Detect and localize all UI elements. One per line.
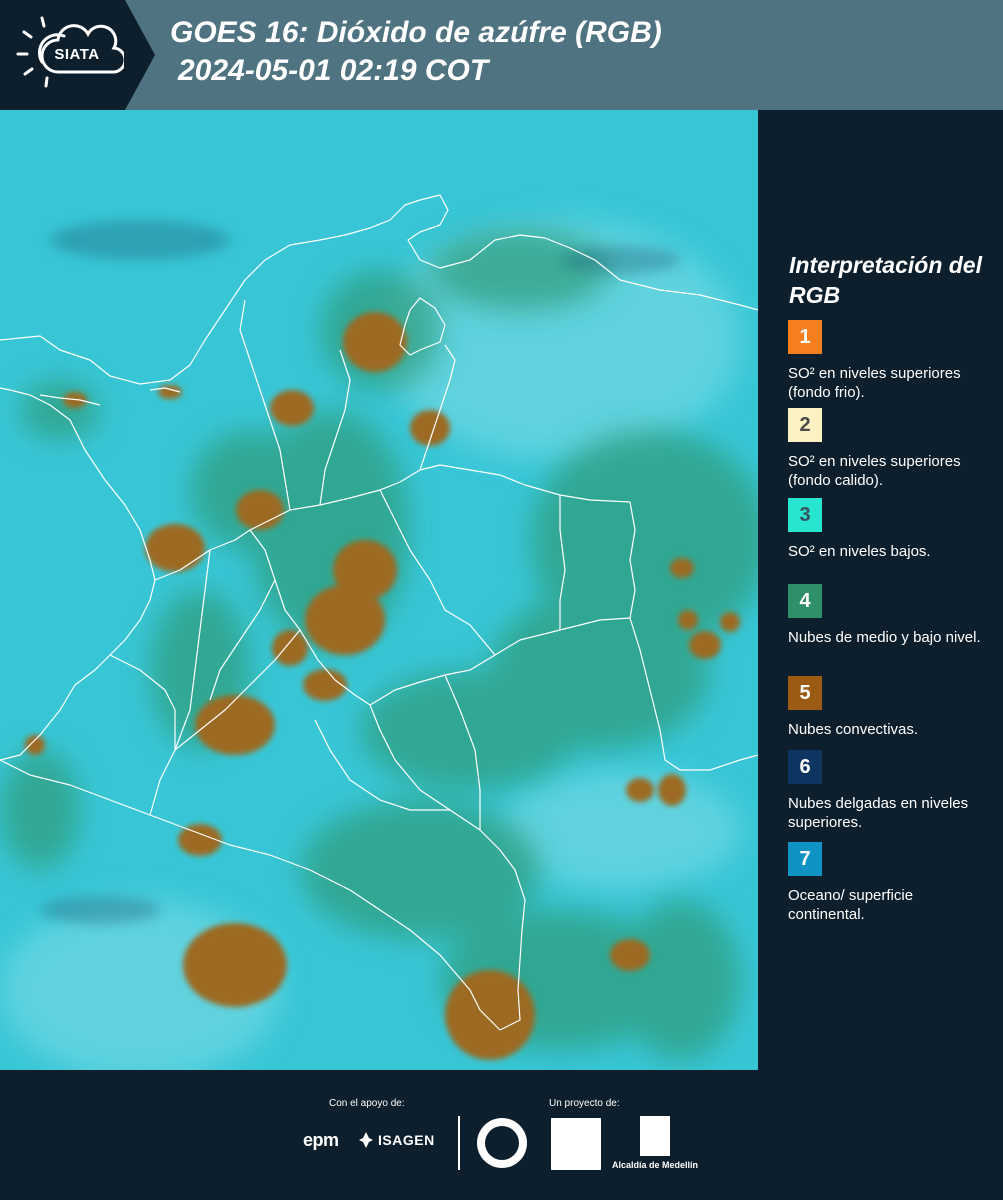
epm-logo[interactable]: epm (303, 1130, 339, 1151)
legend-label: SO² en niveles superiores (fondo calido)… (788, 453, 961, 489)
isagen-logo-icon (359, 1132, 373, 1148)
legend-swatch: 7 (788, 842, 822, 876)
legend-item: 3 SO² en niveles bajos. (788, 498, 993, 561)
legend-swatch: 3 (788, 498, 822, 532)
footer-divider (458, 1116, 460, 1170)
legend-swatch: 1 (788, 320, 822, 354)
legend-title: Interpretación del RGB (789, 252, 982, 308)
legend-item: 6 Nubes delgadas en niveles superiores. (788, 750, 993, 832)
siata-logo[interactable]: SIATA (0, 0, 125, 110)
satellite-map[interactable] (0, 110, 758, 1070)
legend-panel: Interpretación del RGB 1 SO² en niveles s… (760, 110, 1003, 1070)
isagen-logo[interactable]: ISAGEN (378, 1132, 435, 1148)
logo-arrow-shape (125, 0, 155, 110)
legend-label: SO² en niveles bajos. (788, 543, 931, 560)
support-label: Con el apoyo de: (329, 1098, 405, 1109)
page-timestamp: 2024-05-01 02:19 COT (178, 54, 489, 87)
legend-label: Nubes delgadas en niveles superiores. (788, 795, 969, 831)
legend-item: 2 SO² en niveles superiores (fondo calido… (788, 408, 993, 490)
header-bar: SIATA GOES 16: Dióxido de azúfre (RGB) 2… (0, 0, 1003, 110)
legend-swatch: 4 (788, 584, 822, 618)
legend-label: Nubes de medio y bajo nivel. (788, 629, 981, 646)
legend-item: 1 SO² en niveles superiores (fondo frio). (788, 320, 993, 402)
legend-item: 7 Oceano/ superficie continental. (788, 842, 993, 924)
legend-label: Nubes convectivas. (788, 721, 919, 738)
legend-label: SO² en niveles superiores (fondo frio). (788, 365, 961, 401)
legend-item: 4 Nubes de medio y bajo nivel. (788, 584, 993, 647)
footer: Con el apoyo de: Un proyecto de: epm ISA… (0, 1070, 1003, 1200)
area-metropolitana-logo[interactable] (551, 1118, 601, 1170)
legend-swatch: 2 (788, 408, 822, 442)
alcaldia-shield-logo[interactable] (640, 1116, 670, 1156)
medellin-seal-logo[interactable] (477, 1118, 527, 1168)
project-label: Un proyecto de: (549, 1098, 620, 1109)
legend-swatch: 6 (788, 750, 822, 784)
page-title: GOES 16: Dióxido de azúfre (RGB) (170, 16, 662, 49)
satellite-image (0, 110, 758, 1070)
legend-item: 5 Nubes convectivas. (788, 676, 993, 739)
legend-label: Oceano/ superficie continental. (788, 887, 914, 923)
siata-logo-text: SIATA (54, 46, 100, 63)
legend-swatch: 5 (788, 676, 822, 710)
alcaldia-label: Alcaldía de Medellín (612, 1160, 699, 1170)
